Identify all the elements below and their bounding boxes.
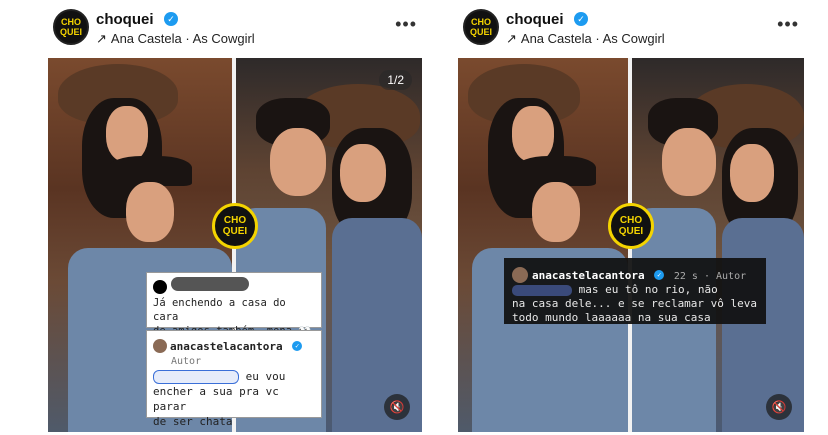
account-username[interactable]: choquei	[506, 11, 564, 28]
reply-text-line: de ser chata	[153, 415, 233, 428]
author-name: anacastelacantora	[170, 340, 283, 353]
reply-text-line: todo mundo laaaaaa na sua casa	[512, 311, 711, 324]
speaker-off-icon[interactable]: 🔇	[384, 394, 410, 420]
redacted-mention	[512, 284, 572, 296]
post-header: CHO QUEI choquei ✓ ↗ Ana Castela · As Cow…	[450, 0, 828, 58]
instagram-post-right: CHO QUEI choquei ✓ ↗ Ana Castela · As Cow…	[450, 0, 828, 435]
author-role: Autor	[171, 356, 202, 367]
arrow-up-right-icon: ↗	[96, 31, 107, 46]
comment-text-line: Já enchendo a casa do cara	[153, 297, 286, 323]
redacted-mention	[153, 370, 239, 384]
post-header: CHO QUEI choquei ✓ ↗ Ana Castela · As Cow…	[40, 0, 425, 58]
photo-panel-right	[632, 58, 804, 432]
arrow-up-right-icon: ↗	[506, 31, 517, 46]
comment-card-fan: Já enchendo a casa do cara de amigos tam…	[146, 272, 322, 337]
commenter-avatar	[153, 279, 167, 294]
music-link[interactable]: ↗ Ana Castela · As Cowgirl	[96, 31, 255, 47]
comment-card-reply: anacastelacantora ✓ Autor eu vou encher …	[146, 330, 322, 428]
account-avatar[interactable]: CHO QUEI	[463, 9, 499, 45]
verified-badge-icon: ✓	[292, 340, 303, 351]
reply-text-line: mas eu tô no rio, não	[512, 283, 758, 297]
instagram-post-left: CHO QUEI choquei ✓ ↗ Ana Castela · As Cow…	[40, 0, 425, 435]
comment-card-author-reply: anacastelacantora ✓ 22 s · Autor mas eu …	[504, 258, 766, 324]
reply-text-line: encher a sua pra vc parar	[153, 385, 279, 413]
more-options-icon[interactable]: •••	[395, 14, 417, 35]
verified-badge-icon: ✓	[654, 269, 665, 280]
account-username[interactable]: choquei	[96, 11, 154, 28]
post-media-carousel[interactable]: CHO QUEI 🔇	[458, 58, 804, 432]
music-label: Ana Castela · As Cowgirl	[520, 31, 665, 46]
choquei-watermark-logo: CHO QUEI	[608, 203, 654, 249]
music-link[interactable]: ↗ Ana Castela · As Cowgirl	[506, 31, 665, 47]
account-avatar[interactable]: CHO QUEI	[53, 9, 89, 45]
verified-badge-icon: ✓	[164, 12, 178, 26]
music-label: Ana Castela · As Cowgirl	[110, 31, 255, 46]
author-name: anacastelacantora	[532, 269, 645, 282]
choquei-watermark-logo: CHO QUEI	[212, 203, 258, 249]
reply-text-line: na casa dele... e se reclamar vô leva	[512, 297, 758, 310]
author-avatar	[153, 338, 167, 353]
speaker-off-icon[interactable]: 🔇	[766, 394, 792, 420]
redacted-username	[171, 277, 249, 291]
reply-text-line: eu vou	[153, 369, 315, 384]
comment-meta: 22 s · Autor	[673, 271, 747, 282]
carousel-counter: 1/2	[379, 70, 412, 90]
more-options-icon[interactable]: •••	[777, 14, 799, 35]
author-avatar	[512, 266, 528, 283]
photo-panel-left	[458, 58, 628, 432]
verified-badge-icon: ✓	[574, 12, 588, 26]
